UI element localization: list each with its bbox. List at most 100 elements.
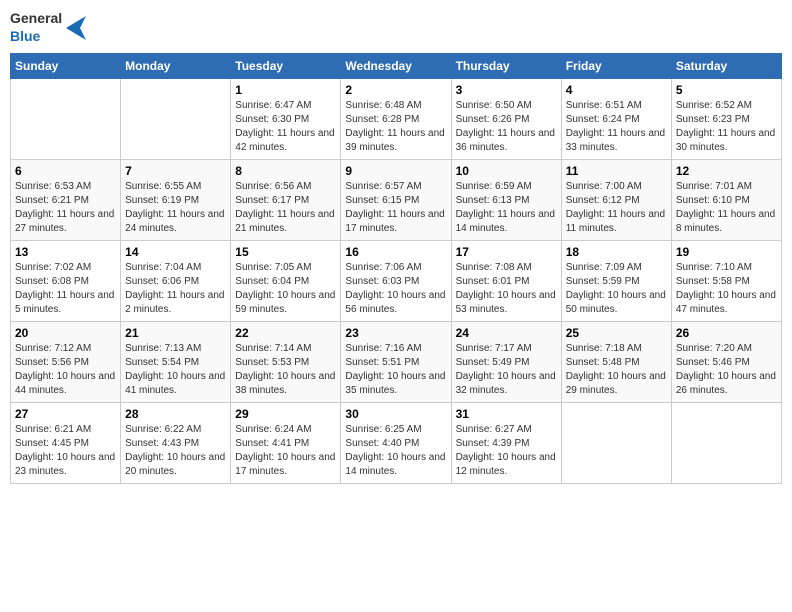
day-info: Sunrise: 6:52 AMSunset: 6:23 PMDaylight:… (676, 99, 777, 155)
day-number: 4 (566, 83, 667, 97)
calendar-cell (561, 403, 671, 484)
calendar-cell: 17 Sunrise: 7:08 AMSunset: 6:01 PMDayligh… (451, 241, 561, 322)
day-info: Sunrise: 7:17 AMSunset: 5:49 PMDaylight:… (456, 342, 557, 398)
day-number: 19 (676, 245, 777, 259)
day-number: 15 (235, 245, 336, 259)
day-info: Sunrise: 7:06 AMSunset: 6:03 PMDaylight:… (345, 261, 446, 317)
weekday-header-sunday: Sunday (11, 54, 121, 79)
calendar-cell (11, 79, 121, 160)
calendar-cell: 8 Sunrise: 6:56 AMSunset: 6:17 PMDaylight… (231, 160, 341, 241)
weekday-header-thursday: Thursday (451, 54, 561, 79)
day-info: Sunrise: 6:56 AMSunset: 6:17 PMDaylight:… (235, 180, 336, 236)
day-info: Sunrise: 7:18 AMSunset: 5:48 PMDaylight:… (566, 342, 667, 398)
calendar-week-5: 27Sunrise: 6:21 AMSunset: 4:45 PMDayligh… (11, 403, 782, 484)
day-number: 10 (456, 164, 557, 178)
day-info: Sunrise: 6:50 AMSunset: 6:26 PMDaylight:… (456, 99, 557, 155)
calendar-cell: 20Sunrise: 7:12 AMSunset: 5:56 PMDayligh… (11, 322, 121, 403)
calendar-cell: 25 Sunrise: 7:18 AMSunset: 5:48 PMDayligh… (561, 322, 671, 403)
calendar-cell: 9 Sunrise: 6:57 AMSunset: 6:15 PMDaylight… (341, 160, 451, 241)
calendar-cell: 13 Sunrise: 7:02 AMSunset: 6:08 PMDayligh… (11, 241, 121, 322)
calendar-cell: 28 Sunrise: 6:22 AMSunset: 4:43 PMDayligh… (121, 403, 231, 484)
calendar-cell: 6 Sunrise: 6:53 AMSunset: 6:21 PMDaylight… (11, 160, 121, 241)
logo: General Blue (10, 10, 86, 45)
calendar-cell: 12 Sunrise: 7:01 AMSunset: 6:10 PMDayligh… (671, 160, 781, 241)
logo-bird-icon (66, 16, 86, 40)
day-info: Sunrise: 7:08 AMSunset: 6:01 PMDaylight:… (456, 261, 557, 317)
day-info: Sunrise: 7:02 AMSunset: 6:08 PMDaylight:… (15, 261, 116, 317)
day-number: 24 (456, 326, 557, 340)
day-number: 13 (15, 245, 116, 259)
weekday-header-wednesday: Wednesday (341, 54, 451, 79)
day-info: Sunrise: 6:55 AMSunset: 6:19 PMDaylight:… (125, 180, 226, 236)
calendar-cell: 23 Sunrise: 7:16 AMSunset: 5:51 PMDayligh… (341, 322, 451, 403)
day-number: 31 (456, 407, 557, 421)
day-info: Sunrise: 6:47 AMSunset: 6:30 PMDaylight:… (235, 99, 336, 155)
day-number: 29 (235, 407, 336, 421)
day-number: 6 (15, 164, 116, 178)
page-header: General Blue (10, 10, 782, 45)
day-info: Sunrise: 7:05 AMSunset: 6:04 PMDaylight:… (235, 261, 336, 317)
day-info: Sunrise: 6:57 AMSunset: 6:15 PMDaylight:… (345, 180, 446, 236)
calendar-cell: 7 Sunrise: 6:55 AMSunset: 6:19 PMDaylight… (121, 160, 231, 241)
calendar-cell: 27Sunrise: 6:21 AMSunset: 4:45 PMDayligh… (11, 403, 121, 484)
day-number: 5 (676, 83, 777, 97)
day-info: Sunrise: 7:09 AMSunset: 5:59 PMDaylight:… (566, 261, 667, 317)
day-number: 8 (235, 164, 336, 178)
logo-blue-text: Blue (10, 28, 40, 44)
day-number: 23 (345, 326, 446, 340)
day-info: Sunrise: 7:13 AMSunset: 5:54 PMDaylight:… (125, 342, 226, 398)
day-info: Sunrise: 7:14 AMSunset: 5:53 PMDaylight:… (235, 342, 336, 398)
day-info: Sunrise: 6:48 AMSunset: 6:28 PMDaylight:… (345, 99, 446, 155)
calendar-cell: 11 Sunrise: 7:00 AMSunset: 6:12 PMDayligh… (561, 160, 671, 241)
calendar-week-2: 6 Sunrise: 6:53 AMSunset: 6:21 PMDaylight… (11, 160, 782, 241)
calendar-cell: 3 Sunrise: 6:50 AMSunset: 6:26 PMDaylight… (451, 79, 561, 160)
calendar-cell: 14Sunrise: 7:04 AMSunset: 6:06 PMDayligh… (121, 241, 231, 322)
calendar-week-1: 1Sunrise: 6:47 AMSunset: 6:30 PMDaylight… (11, 79, 782, 160)
day-number: 21 (125, 326, 226, 340)
day-number: 25 (566, 326, 667, 340)
day-number: 28 (125, 407, 226, 421)
weekday-header-tuesday: Tuesday (231, 54, 341, 79)
weekday-header-row: SundayMondayTuesdayWednesdayThursdayFrid… (11, 54, 782, 79)
calendar-cell: 24 Sunrise: 7:17 AMSunset: 5:49 PMDayligh… (451, 322, 561, 403)
calendar-cell: 31 Sunrise: 6:27 AMSunset: 4:39 PMDayligh… (451, 403, 561, 484)
day-info: Sunrise: 7:10 AMSunset: 5:58 PMDaylight:… (676, 261, 777, 317)
calendar-cell: 5 Sunrise: 6:52 AMSunset: 6:23 PMDaylight… (671, 79, 781, 160)
day-info: Sunrise: 6:21 AMSunset: 4:45 PMDaylight:… (15, 423, 116, 479)
day-info: Sunrise: 7:20 AMSunset: 5:46 PMDaylight:… (676, 342, 777, 398)
day-number: 9 (345, 164, 446, 178)
day-info: Sunrise: 7:04 AMSunset: 6:06 PMDaylight:… (125, 261, 226, 317)
day-number: 2 (345, 83, 446, 97)
day-info: Sunrise: 6:59 AMSunset: 6:13 PMDaylight:… (456, 180, 557, 236)
calendar-cell: 15 Sunrise: 7:05 AMSunset: 6:04 PMDayligh… (231, 241, 341, 322)
day-info: Sunrise: 7:00 AMSunset: 6:12 PMDaylight:… (566, 180, 667, 236)
calendar-week-3: 13 Sunrise: 7:02 AMSunset: 6:08 PMDayligh… (11, 241, 782, 322)
logo-wordmark: General Blue (10, 10, 62, 45)
day-number: 18 (566, 245, 667, 259)
calendar-table: SundayMondayTuesdayWednesdayThursdayFrid… (10, 53, 782, 484)
day-info: Sunrise: 6:27 AMSunset: 4:39 PMDaylight:… (456, 423, 557, 479)
calendar-cell (671, 403, 781, 484)
calendar-cell: 30Sunrise: 6:25 AMSunset: 4:40 PMDayligh… (341, 403, 451, 484)
day-info: Sunrise: 7:16 AMSunset: 5:51 PMDaylight:… (345, 342, 446, 398)
day-info: Sunrise: 7:01 AMSunset: 6:10 PMDaylight:… (676, 180, 777, 236)
logo-general-text: General (10, 10, 62, 26)
day-number: 20 (15, 326, 116, 340)
calendar-week-4: 20Sunrise: 7:12 AMSunset: 5:56 PMDayligh… (11, 322, 782, 403)
day-number: 17 (456, 245, 557, 259)
calendar-cell (121, 79, 231, 160)
day-info: Sunrise: 6:53 AMSunset: 6:21 PMDaylight:… (15, 180, 116, 236)
weekday-header-friday: Friday (561, 54, 671, 79)
day-number: 22 (235, 326, 336, 340)
calendar-cell: 21 Sunrise: 7:13 AMSunset: 5:54 PMDayligh… (121, 322, 231, 403)
day-info: Sunrise: 6:22 AMSunset: 4:43 PMDaylight:… (125, 423, 226, 479)
day-number: 12 (676, 164, 777, 178)
day-number: 7 (125, 164, 226, 178)
day-number: 3 (456, 83, 557, 97)
calendar-cell: 1Sunrise: 6:47 AMSunset: 6:30 PMDaylight… (231, 79, 341, 160)
day-number: 16 (345, 245, 446, 259)
calendar-cell: 4Sunrise: 6:51 AMSunset: 6:24 PMDaylight… (561, 79, 671, 160)
calendar-cell: 2 Sunrise: 6:48 AMSunset: 6:28 PMDaylight… (341, 79, 451, 160)
calendar-cell: 26Sunrise: 7:20 AMSunset: 5:46 PMDayligh… (671, 322, 781, 403)
day-number: 11 (566, 164, 667, 178)
